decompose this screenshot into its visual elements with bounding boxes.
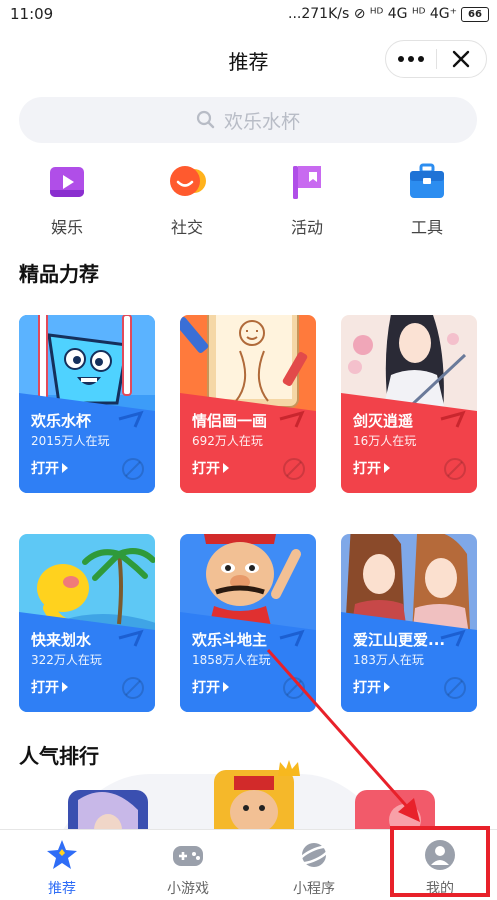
planet-icon (298, 843, 330, 867)
open-label: 打开 (192, 680, 220, 696)
status-time: 11:09 (10, 5, 54, 23)
game-card[interactable]: 欢乐斗地主 1858万人在玩 打开 (180, 534, 316, 712)
tab-label: 小游戏 (167, 881, 209, 897)
ranking-thumb-warrior (68, 790, 148, 830)
more-dot-icon (407, 56, 414, 62)
miniprogram-capsule (385, 40, 487, 78)
game-card[interactable]: 欢乐水杯 2015万人在玩 打开 (19, 315, 155, 493)
play-arrow-icon (62, 463, 68, 473)
game-plays: 2015万人在玩 (31, 434, 110, 448)
play-arrow-icon (62, 682, 68, 692)
tab-mini-games[interactable]: 小游戏 (138, 838, 238, 898)
game-name: 欢乐斗地主 (192, 631, 268, 649)
game-name: 欢乐水杯 (31, 412, 92, 430)
play-icon (50, 167, 84, 197)
search-bar[interactable]: 欢乐水杯 (19, 97, 477, 143)
status-indicators: ...271K/s ⊘ ᴴᴰ 4G ᴴᴰ 4G⁺ 66 (288, 6, 489, 22)
category-label: 社交 (170, 218, 203, 237)
more-button[interactable] (386, 56, 436, 62)
category-entertainment[interactable]: 娱乐 (27, 162, 107, 238)
leaf-watermark-icon (122, 458, 144, 480)
open-label: 打开 (192, 461, 220, 477)
game-plays: 16万人在玩 (353, 434, 417, 448)
tab-mini-programs[interactable]: 小程序 (264, 838, 364, 898)
open-button[interactable]: 打开 (192, 458, 229, 478)
search-icon (196, 110, 215, 129)
category-row: 娱乐 社交 活动 工具 (0, 162, 497, 242)
featured-section-title: 精品力荐 (19, 262, 99, 286)
game-name: 情侣画一画 (192, 412, 268, 430)
close-button[interactable] (437, 49, 487, 69)
game-card[interactable]: 爱江山更爱... 183万人在玩 打开 (341, 534, 477, 712)
tab-label: 推荐 (48, 881, 76, 897)
leaf-watermark-icon (444, 458, 466, 480)
open-button[interactable]: 打开 (353, 677, 390, 697)
game-name: 剑灭逍遥 (353, 412, 414, 430)
close-icon (453, 50, 470, 68)
category-label: 工具 (410, 218, 443, 237)
status-bar: 11:09 ...271K/s ⊘ ᴴᴰ 4G ᴴᴰ 4G⁺ 66 (0, 0, 497, 28)
category-tools[interactable]: 工具 (387, 162, 467, 238)
category-label: 活动 (290, 218, 323, 237)
leaf-watermark-icon (283, 677, 305, 699)
play-arrow-icon (223, 463, 229, 473)
open-label: 打开 (353, 461, 381, 477)
game-card[interactable]: 情侣画一画 692万人在玩 打开 (180, 315, 316, 493)
leaf-watermark-icon (122, 677, 144, 699)
open-button[interactable]: 打开 (31, 458, 68, 478)
category-activity[interactable]: 活动 (267, 162, 347, 238)
toolbox-icon (410, 163, 444, 198)
battery-level: 66 (468, 8, 482, 20)
status-network: ...271K/s ⊘ ᴴᴰ 4G ᴴᴰ 4G⁺ (288, 6, 457, 22)
game-plays: 1858万人在玩 (192, 653, 271, 667)
star-icon (47, 840, 77, 869)
open-label: 打开 (31, 461, 59, 477)
play-arrow-icon (384, 682, 390, 692)
open-label: 打开 (353, 680, 381, 696)
title-bar: 推荐 (0, 38, 497, 82)
game-plays: 692万人在玩 (192, 434, 263, 448)
game-card[interactable]: 剑灭逍遥 16万人在玩 打开 (341, 315, 477, 493)
tab-recommend[interactable]: 推荐 (12, 838, 112, 898)
game-plays: 183万人在玩 (353, 653, 424, 667)
game-plays: 322万人在玩 (31, 653, 102, 667)
category-social[interactable]: 社交 (147, 162, 227, 238)
game-name: 快来划水 (31, 631, 92, 649)
chat-bubble-icon (170, 166, 206, 196)
play-arrow-icon (223, 682, 229, 692)
more-dot-icon (417, 56, 424, 62)
battery-icon: 66 (461, 6, 489, 22)
tab-label: 小程序 (293, 881, 335, 897)
open-label: 打开 (31, 680, 59, 696)
open-button[interactable]: 打开 (31, 677, 68, 697)
annotation-highlight-box (390, 826, 490, 897)
open-button[interactable]: 打开 (353, 458, 390, 478)
ranking-item-1[interactable] (68, 790, 148, 830)
leaf-watermark-icon (444, 677, 466, 699)
gamepad-icon (173, 846, 203, 866)
game-name: 爱江山更爱... (353, 631, 446, 649)
search-placeholder: 欢乐水杯 (223, 110, 300, 133)
flag-icon (293, 166, 321, 199)
more-dot-icon (397, 56, 404, 62)
open-button[interactable]: 打开 (192, 677, 229, 697)
ranking-thumb-red (355, 790, 435, 830)
category-label: 娱乐 (50, 218, 83, 237)
play-arrow-icon (384, 463, 390, 473)
crown-icon (278, 760, 300, 776)
game-card[interactable]: 快来划水 322万人在玩 打开 (19, 534, 155, 712)
ranking-item-3[interactable] (355, 790, 435, 830)
leaf-watermark-icon (283, 458, 305, 480)
